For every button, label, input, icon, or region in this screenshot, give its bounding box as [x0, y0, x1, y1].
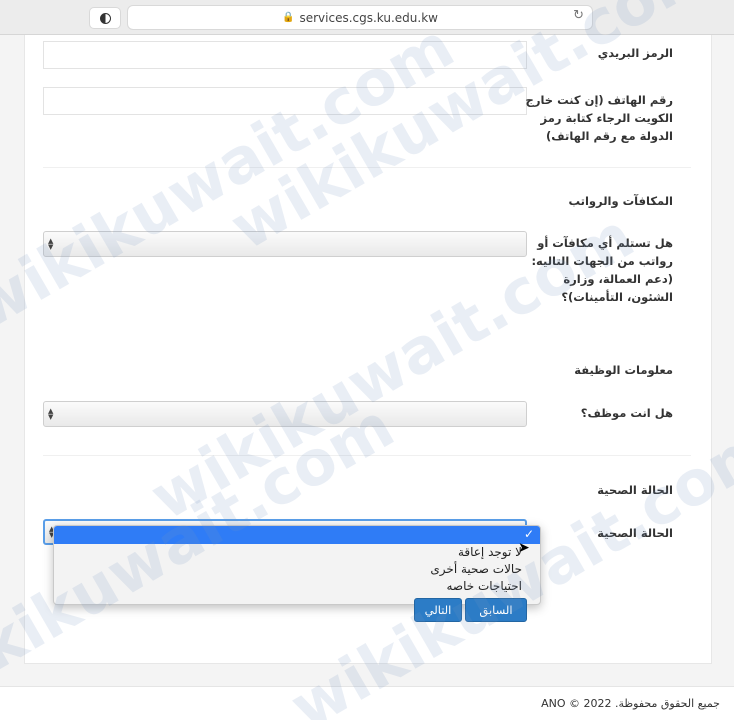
divider — [43, 455, 691, 456]
divider — [43, 167, 691, 168]
rewards-section-title: المكافآت والرواتب — [568, 194, 673, 208]
url-text: services.cgs.ku.edu.kw — [299, 10, 438, 25]
employed-select[interactable]: ▲ ▼ — [43, 401, 527, 427]
footer: جميع الحقوق محفوظة. 2022 © ANO — [0, 686, 734, 721]
phone-input[interactable] — [43, 87, 527, 115]
employed-question-label: هل انت موظف؟ — [580, 406, 673, 420]
previous-button[interactable]: السابق — [465, 598, 527, 622]
health-status-label: الحالة الصحية — [597, 526, 673, 540]
page-background: الرمز البريدي رقم الهاتف (إن كنت خارج ال… — [0, 35, 734, 686]
health-section-title: الحالة الصحية — [597, 483, 673, 497]
copyright-text: جميع الحقوق محفوظة. 2022 © ANO — [541, 697, 720, 710]
rewards-select[interactable]: ▲ ▼ — [43, 231, 527, 257]
select-arrows-icon: ▲ ▼ — [48, 407, 54, 421]
dropdown-option[interactable]: احتياجات خاصه — [54, 578, 540, 595]
address-bar[interactable]: 🔒 services.cgs.ku.edu.kw ↻ — [127, 5, 593, 30]
reload-icon[interactable]: ↻ — [573, 8, 584, 23]
dropdown-option[interactable]: حالات صحية أخرى — [54, 561, 540, 578]
mouse-cursor-icon: ➤ — [518, 540, 530, 556]
form-panel: الرمز البريدي رقم الهاتف (إن كنت خارج ال… — [24, 35, 712, 664]
health-status-dropdown[interactable]: ✓ لا توجد إعاقة حالات صحية أخرى احتياجات… — [53, 525, 541, 605]
browser-toolbar: 🔒 services.cgs.ku.edu.kw ↻ — [0, 0, 734, 35]
lock-icon: 🔒 — [282, 12, 295, 23]
privacy-shield-button[interactable] — [89, 7, 121, 29]
checkmark-icon: ✓ — [523, 527, 534, 541]
select-arrows-icon: ▲ ▼ — [48, 237, 54, 251]
phone-label: رقم الهاتف (إن كنت خارج الكويت الرجاء كت… — [525, 93, 673, 143]
shield-icon — [99, 12, 111, 24]
dropdown-option[interactable]: لا توجد إعاقة — [54, 544, 540, 561]
dropdown-selected-row[interactable]: ✓ — [54, 526, 540, 544]
rewards-question-label: هل تستلم أي مكافآت أو رواتب من الجهات ال… — [531, 236, 673, 304]
job-section-title: معلومات الوظيفة — [574, 363, 673, 377]
postal-code-input[interactable] — [43, 41, 527, 69]
postal-code-label: الرمز البريدي — [597, 46, 673, 60]
next-button[interactable]: التالي — [414, 598, 462, 622]
